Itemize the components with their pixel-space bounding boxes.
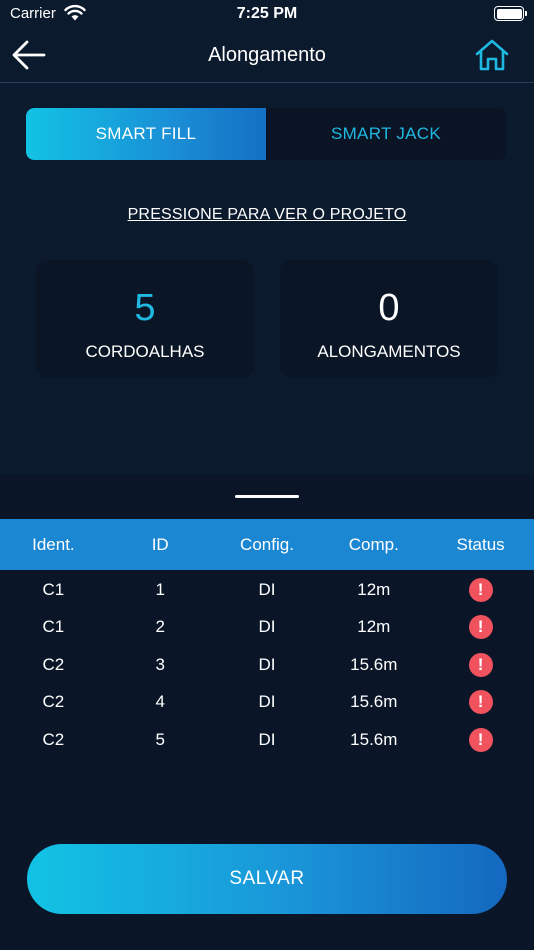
cell-config: DI	[258, 654, 276, 674]
view-project-link[interactable]: PRESSIONE PARA VER O PROJETO	[0, 206, 534, 224]
cell-id: 5	[155, 729, 165, 749]
save-button[interactable]: SALVAR	[27, 844, 507, 914]
cell-ident: C2	[42, 729, 65, 749]
cell-status: !	[427, 652, 534, 677]
screen: Carrier 7:25 PM Alongamento SMART FILL S…	[0, 0, 534, 950]
cell-id: 2	[155, 616, 165, 636]
cell-config: DI	[258, 729, 276, 749]
table-row[interactable]: C2 5 DI 15.6m !	[0, 721, 534, 758]
clock: 7:25 PM	[236, 5, 298, 22]
cell-status: !	[427, 614, 534, 639]
cell-config: DI	[258, 616, 276, 636]
cordoalhas-count: 5	[134, 287, 156, 329]
battery-icon	[494, 6, 527, 21]
mode-segmented-control: SMART FILL SMART JACK	[26, 108, 506, 160]
alongamentos-label: ALONGAMENTOS	[317, 342, 461, 361]
tab-smart-jack[interactable]: SMART JACK	[266, 108, 506, 160]
status-bar: Carrier 7:25 PM	[0, 0, 534, 28]
table-row[interactable]: C2 3 DI 15.6m !	[0, 646, 534, 683]
alert-icon[interactable]: !	[468, 614, 493, 639]
cell-ident: C2	[42, 691, 65, 711]
sheet-drag-handle[interactable]	[235, 495, 299, 498]
cell-comp: 15.6m	[350, 691, 398, 711]
cell-config: DI	[258, 579, 276, 599]
header-config: Config.	[240, 534, 294, 554]
cordoalhas-card: 5 CORDOALHAS	[36, 260, 254, 378]
alert-icon[interactable]: !	[468, 577, 493, 602]
alert-icon[interactable]: !	[468, 652, 493, 677]
alongamentos-count: 0	[378, 287, 400, 329]
cell-comp: 12m	[357, 579, 391, 599]
cell-status: !	[427, 727, 534, 752]
table-row[interactable]: C1 2 DI 12m !	[0, 608, 534, 645]
cordoalhas-label: CORDOALHAS	[85, 342, 205, 361]
cell-status: !	[427, 689, 534, 714]
alert-icon[interactable]: !	[468, 689, 493, 714]
cell-ident: C1	[42, 616, 65, 636]
header-id: ID	[151, 534, 169, 554]
cell-status: !	[427, 577, 534, 602]
cell-ident: C1	[42, 579, 65, 599]
cell-comp: 15.6m	[350, 729, 398, 749]
cell-id: 1	[155, 579, 165, 599]
alert-icon[interactable]: !	[468, 727, 493, 752]
header-ident: Ident.	[32, 534, 75, 554]
table-header: Ident. ID Config. Comp. Status	[0, 519, 534, 570]
table-row[interactable]: C2 4 DI 15.6m !	[0, 683, 534, 720]
tab-smart-fill[interactable]: SMART FILL	[26, 108, 266, 160]
alongamentos-card: 0 ALONGAMENTOS	[280, 260, 498, 378]
page-title: Alongamento	[208, 44, 326, 66]
nav-bar: Alongamento	[0, 28, 534, 83]
cell-id: 3	[155, 654, 165, 674]
header-status: Status	[456, 534, 505, 554]
cell-comp: 15.6m	[350, 654, 398, 674]
home-icon[interactable]	[474, 38, 510, 72]
cell-config: DI	[258, 691, 276, 711]
cell-comp: 12m	[357, 616, 391, 636]
cell-ident: C2	[42, 654, 65, 674]
cell-id: 4	[155, 691, 165, 711]
table-row[interactable]: C1 1 DI 12m !	[0, 571, 534, 608]
header-comp: Comp.	[348, 534, 399, 554]
